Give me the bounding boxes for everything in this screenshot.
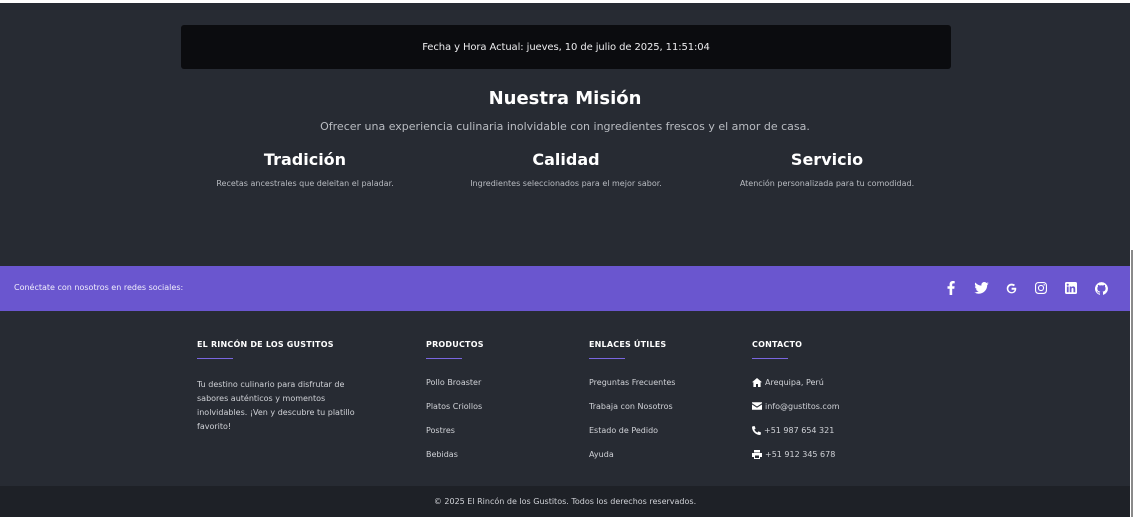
social-bar: Conéctate con nosotros en redes sociales… bbox=[0, 266, 1130, 311]
list-item: Ayuda bbox=[589, 450, 675, 474]
social-icons bbox=[936, 276, 1116, 300]
print-icon bbox=[752, 450, 762, 459]
useful-link[interactable]: Trabaja con Nosotros bbox=[589, 402, 673, 411]
mission-title: Nuestra Misión bbox=[488, 88, 642, 109]
list-item: Pollo Broaster bbox=[426, 378, 484, 402]
pillar-servicio: Servicio Atención personalizada para tu … bbox=[692, 150, 962, 188]
list-item: Estado de Pedido bbox=[589, 426, 675, 450]
contact-item: Arequipa, Perú bbox=[752, 378, 840, 402]
footer-divider bbox=[197, 358, 233, 359]
envelope-icon bbox=[752, 402, 762, 410]
twitter-icon[interactable] bbox=[966, 276, 996, 300]
footer-products-title: PRODUCTOS bbox=[426, 340, 484, 349]
copyright-text: © 2025 El Rincón de los Gustitos. Todos … bbox=[433, 497, 697, 506]
pillar-text: Recetas ancestrales que deleitan el pala… bbox=[216, 179, 394, 188]
footer-divider bbox=[589, 358, 625, 359]
instagram-icon[interactable] bbox=[1026, 276, 1056, 300]
product-link[interactable]: Pollo Broaster bbox=[426, 378, 481, 387]
list-item: Bebidas bbox=[426, 450, 484, 474]
footer: EL RINCÓN DE LOS GUSTITOS Tu destino cul… bbox=[0, 311, 1130, 486]
contact-email: info@gustitos.com bbox=[765, 402, 840, 411]
footer-about-text: Tu destino culinario para disfrutar de s… bbox=[197, 380, 355, 431]
pillar-text: Atención personalizada para tu comodidad… bbox=[739, 179, 915, 188]
footer-about: EL RINCÓN DE LOS GUSTITOS Tu destino cul… bbox=[197, 340, 377, 434]
footer-divider bbox=[752, 358, 788, 359]
contact-phone-2: +51 912 345 678 bbox=[765, 450, 836, 459]
useful-link[interactable]: Ayuda bbox=[589, 450, 614, 459]
footer-contact-title: CONTACTO bbox=[752, 340, 803, 349]
contact-phone: +51 987 654 321 bbox=[764, 426, 835, 435]
facebook-icon[interactable] bbox=[936, 276, 966, 300]
copyright-bar: © 2025 El Rincón de los Gustitos. Todos … bbox=[0, 486, 1130, 517]
datetime-box: Fecha y Hora Actual: jueves, 10 de julio… bbox=[181, 25, 951, 69]
product-link[interactable]: Platos Criollos bbox=[426, 402, 482, 411]
footer-links: ENLACES ÚTILES Preguntas Frecuentes Trab… bbox=[589, 340, 675, 474]
useful-link[interactable]: Estado de Pedido bbox=[589, 426, 658, 435]
footer-divider bbox=[426, 358, 462, 359]
pillar-title: Tradición bbox=[263, 150, 347, 169]
google-icon[interactable] bbox=[996, 276, 1026, 300]
phone-icon bbox=[752, 426, 761, 435]
linkedin-icon[interactable] bbox=[1056, 276, 1086, 300]
github-icon[interactable] bbox=[1086, 276, 1116, 300]
links-list: Preguntas Frecuentes Trabaja con Nosotro… bbox=[589, 378, 675, 474]
product-link[interactable]: Bebidas bbox=[426, 450, 458, 459]
pillar-title: Servicio bbox=[790, 150, 864, 169]
contact-address: Arequipa, Perú bbox=[765, 378, 824, 387]
datetime-label: Fecha y Hora Actual: bbox=[422, 41, 524, 53]
contact-item: +51 912 345 678 bbox=[752, 450, 840, 474]
list-item: Platos Criollos bbox=[426, 402, 484, 426]
footer-contact: CONTACTO Arequipa, Perú info@gustitos.co… bbox=[752, 340, 840, 474]
list-item: Preguntas Frecuentes bbox=[589, 378, 675, 402]
contact-list: Arequipa, Perú info@gustitos.com +51 987… bbox=[752, 378, 840, 474]
product-link[interactable]: Postres bbox=[426, 426, 455, 435]
list-item: Trabaja con Nosotros bbox=[589, 402, 675, 426]
pillar-text: Ingredientes seleccionados para el mejor… bbox=[470, 179, 662, 188]
main-section: Fecha y Hora Actual: jueves, 10 de julio… bbox=[0, 3, 1130, 266]
scrollbar-thumb[interactable] bbox=[1131, 250, 1133, 517]
mission-text: Ofrecer una experiencia culinaria inolvi… bbox=[320, 120, 810, 133]
contact-item: info@gustitos.com bbox=[752, 402, 840, 426]
scrollbar[interactable] bbox=[1130, 0, 1135, 517]
useful-link[interactable]: Preguntas Frecuentes bbox=[589, 378, 675, 387]
footer-products: PRODUCTOS Pollo Broaster Platos Criollos… bbox=[426, 340, 484, 474]
products-list: Pollo Broaster Platos Criollos Postres B… bbox=[426, 378, 484, 474]
pillar-calidad: Calidad Ingredientes seleccionados para … bbox=[431, 150, 701, 188]
pillar-tradicion: Tradición Recetas ancestrales que deleit… bbox=[170, 150, 440, 188]
home-icon bbox=[752, 378, 762, 387]
list-item: Postres bbox=[426, 426, 484, 450]
contact-item: +51 987 654 321 bbox=[752, 426, 840, 450]
social-text: Conéctate con nosotros en redes sociales… bbox=[14, 283, 184, 292]
footer-about-title: EL RINCÓN DE LOS GUSTITOS bbox=[197, 340, 334, 349]
datetime-value: jueves, 10 de julio de 2025, 11:51:04 bbox=[526, 41, 710, 53]
footer-links-title: ENLACES ÚTILES bbox=[589, 340, 667, 349]
pillar-title: Calidad bbox=[532, 150, 600, 169]
